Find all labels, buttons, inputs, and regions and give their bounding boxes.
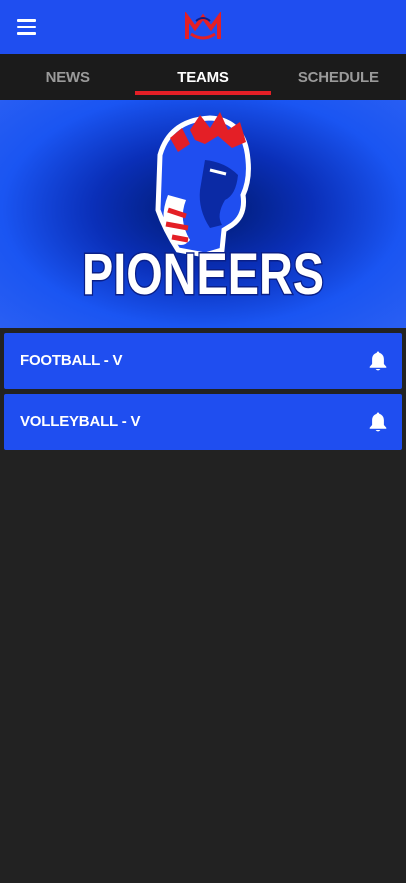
team-label: FOOTBALL - V bbox=[20, 352, 123, 369]
tab-schedule[interactable]: SCHEDULE bbox=[271, 54, 406, 100]
tab-bar: NEWS TEAMS SCHEDULE bbox=[0, 54, 406, 100]
pioneer-head-mascot: PIONEERS bbox=[81, 112, 326, 309]
tab-teams[interactable]: TEAMS bbox=[135, 54, 271, 100]
team-row-volleyball[interactable]: VOLLEYBALL - V bbox=[4, 394, 402, 450]
bell-icon[interactable] bbox=[368, 350, 388, 372]
app-bar bbox=[0, 0, 406, 54]
hamburger-menu-icon[interactable] bbox=[14, 14, 40, 40]
tab-news[interactable]: NEWS bbox=[0, 54, 135, 100]
team-row-football[interactable]: FOOTBALL - V bbox=[4, 333, 402, 389]
bell-icon[interactable] bbox=[368, 411, 388, 433]
team-banner: PIONEERS bbox=[0, 100, 406, 328]
banner-wordmark: PIONEERS bbox=[82, 242, 324, 307]
team-label: VOLLEYBALL - V bbox=[20, 413, 141, 430]
school-monogram-logo[interactable] bbox=[184, 12, 222, 42]
